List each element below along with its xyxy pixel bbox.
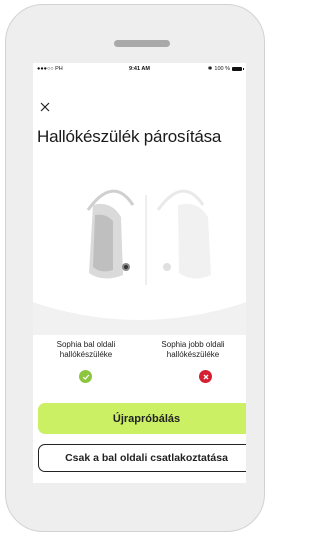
app-screen: ●●●○○ PH 9:41 AM ✱ 100 % Hallókészülék p… [33, 63, 246, 483]
status-bar: ●●●○○ PH 9:41 AM ✱ 100 % [33, 63, 246, 75]
left-status-badge [79, 370, 92, 383]
retry-button[interactable]: Újrapróbálás [38, 403, 246, 434]
right-status-badge [199, 370, 212, 383]
right-hearing-aid-image [156, 189, 211, 279]
status-battery-group: ✱ 100 % [207, 66, 244, 72]
hearing-aids-illustration [33, 155, 246, 335]
bluetooth-icon: ✱ [207, 66, 213, 72]
right-device-label: Sophia jobb oldali hallókészüléke [161, 340, 225, 359]
connect-left-only-button[interactable]: Csak a bal oldali csatlakoztatása [38, 444, 246, 472]
close-icon [40, 102, 50, 112]
page-title: Hallókészülék párosítása [37, 127, 222, 146]
battery-percent: 100 % [214, 66, 230, 72]
check-icon [82, 374, 89, 380]
left-hearing-aid-image [86, 189, 135, 279]
phone-frame: ●●●○○ PH 9:41 AM ✱ 100 % Hallókészülék p… [5, 4, 265, 532]
left-device-label: Sophia bal oldali hallókészüléke [56, 340, 116, 359]
x-icon [203, 374, 208, 379]
close-button[interactable] [40, 101, 52, 113]
battery-icon [232, 67, 244, 71]
phone-speaker [114, 40, 170, 47]
